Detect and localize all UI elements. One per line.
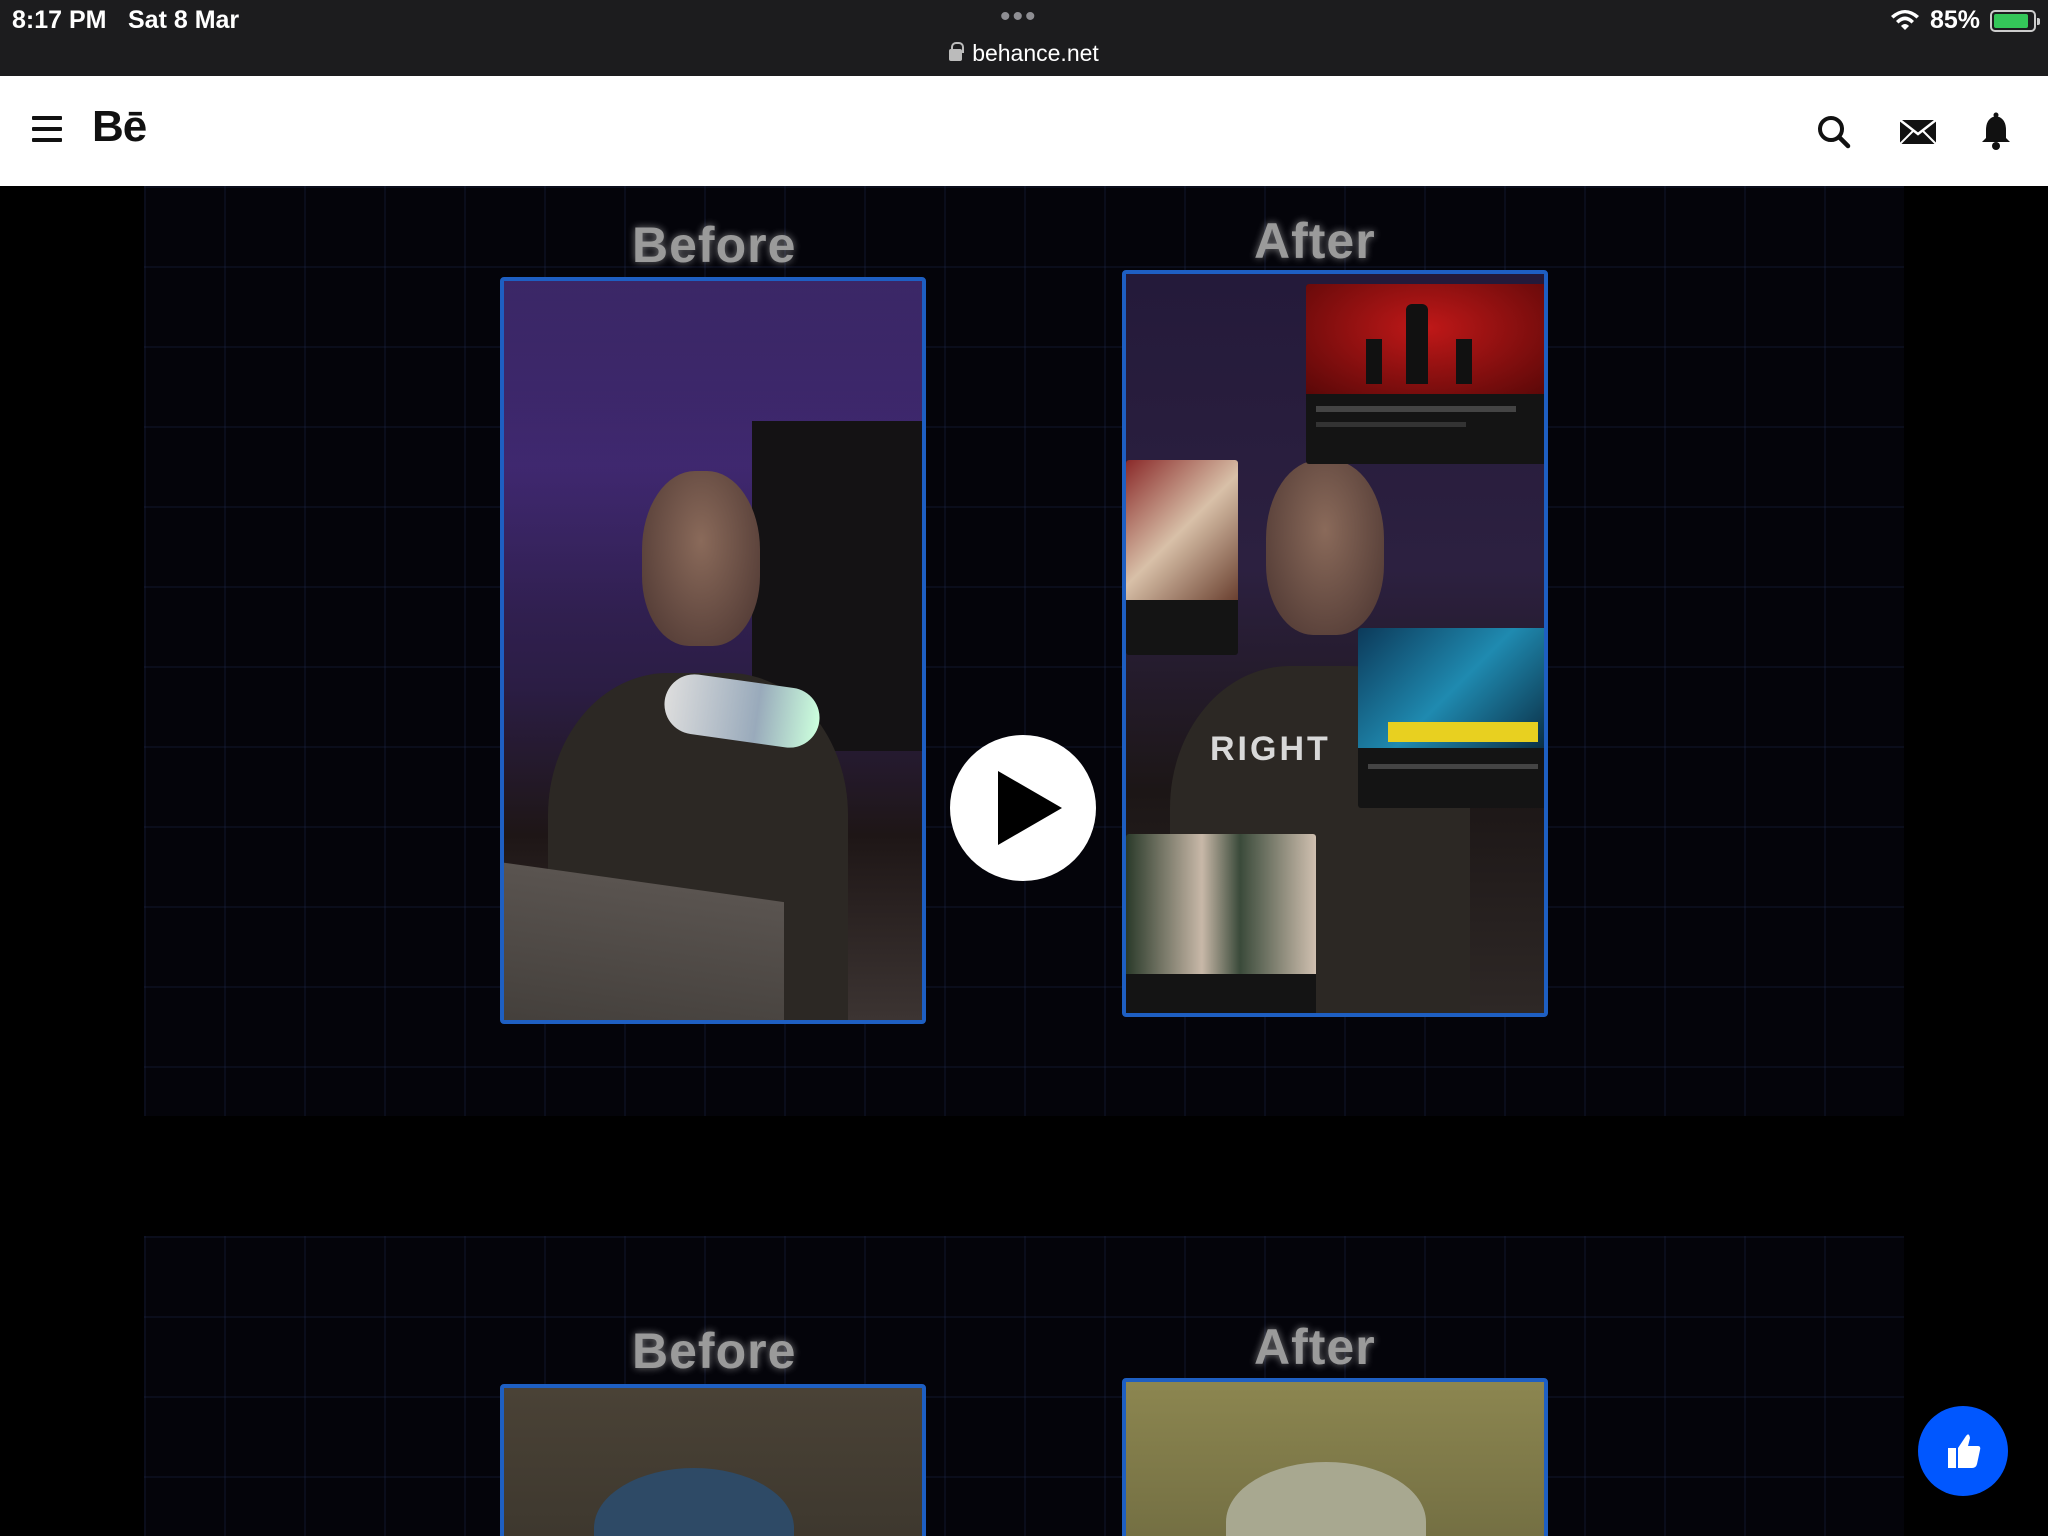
status-date: Sat 8 Mar (128, 6, 240, 34)
status-time: 8:17 PM (12, 6, 107, 34)
caption-overlay: RIGHT (1210, 730, 1331, 768)
before-video-frame-2[interactable] (500, 1384, 926, 1536)
after-video-frame-2[interactable] (1122, 1378, 1548, 1536)
after-label-2: After (1254, 1319, 1376, 1375)
project-content: Before After RIGHT Before After (0, 186, 2048, 1536)
multitasking-dots-icon[interactable]: ••• (1000, 0, 1038, 34)
search-icon[interactable] (1812, 110, 1856, 154)
wifi-icon (1890, 9, 1919, 30)
before-label: Before (632, 217, 797, 273)
overlay-thumbnail-bottom (1126, 834, 1316, 1013)
status-bar: 8:17 PM Sat 8 Mar ••• 85% behance.net (0, 0, 2048, 76)
cap (1226, 1462, 1426, 1536)
after-label: After (1254, 213, 1376, 269)
before-label-2: Before (632, 1323, 797, 1379)
mail-icon[interactable] (1896, 110, 1940, 154)
before-video-frame[interactable] (500, 277, 926, 1024)
site-header: Bē (0, 76, 2048, 186)
overlay-thumbnail-chess (1306, 284, 1544, 464)
appreciate-button[interactable] (1918, 1406, 2008, 1496)
before-after-panel-1 (144, 186, 1904, 1116)
cap (594, 1468, 794, 1536)
bell-icon[interactable] (1974, 110, 2018, 154)
thumbs-up-icon (1948, 1434, 1981, 1468)
person-head (642, 471, 760, 646)
overlay-thumbnail-viral-reels (1358, 628, 1544, 808)
after-video-frame[interactable]: RIGHT (1122, 270, 1548, 1017)
overlay-thumbnail-left (1126, 460, 1238, 655)
play-button[interactable] (950, 735, 1096, 881)
status-indicators: 85% (1890, 6, 2040, 35)
battery-icon (1990, 9, 2040, 32)
person-head (1266, 460, 1384, 635)
menu-icon[interactable] (32, 116, 62, 142)
before-after-panel-2 (144, 1236, 1904, 1536)
lock-icon (949, 42, 965, 61)
url-bar[interactable]: behance.net (0, 40, 2048, 67)
url-text: behance.net (972, 40, 1099, 66)
battery-percent: 85% (1929, 6, 1980, 34)
behance-logo[interactable]: Bē (92, 102, 147, 152)
